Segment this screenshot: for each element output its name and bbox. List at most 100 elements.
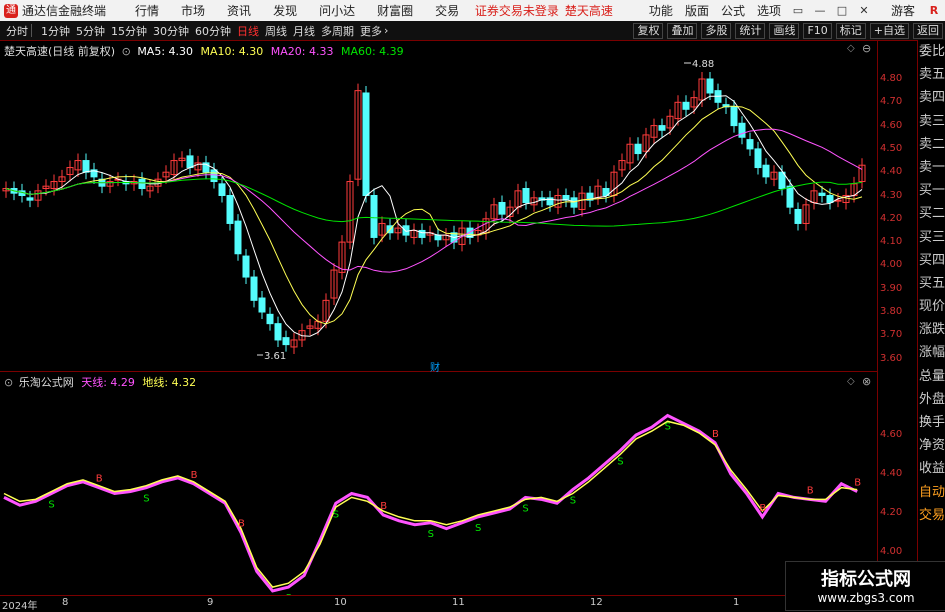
side-tab-13[interactable]: 涨幅 xyxy=(918,341,945,364)
candle-body xyxy=(634,143,642,155)
time-axis: 2024年 8 9 10 11 12 1 xyxy=(0,595,877,612)
candle-body xyxy=(186,155,194,169)
sub-tick-label: 4.00 xyxy=(880,546,903,557)
price-tick-label: 4.10 xyxy=(880,236,903,248)
sub-tick-label: 4.20 xyxy=(880,507,903,518)
r-icon[interactable]: R xyxy=(925,4,943,18)
side-tab-12[interactable]: 涨跌 xyxy=(918,318,945,341)
side-tab-19[interactable]: 自动 xyxy=(918,481,945,504)
buy-signal-marker: B xyxy=(96,474,103,485)
candle-body xyxy=(362,92,370,196)
side-tab-9[interactable]: 买四 xyxy=(918,249,945,272)
sell-signal-marker: S xyxy=(522,503,528,514)
tianxian-line xyxy=(3,413,858,593)
candle-body xyxy=(402,225,410,236)
time-label-dec: 12 xyxy=(590,597,603,608)
side-tab-4[interactable]: 卖二 xyxy=(918,133,945,156)
finance-marker[interactable]: 财 xyxy=(430,359,440,374)
candle-body xyxy=(826,195,834,203)
price-tick-label: 3.60 xyxy=(880,352,903,364)
quote-side-panel: 委比 卖五 卖四 卖三 卖二 卖一 买一 买二 买三 买四 买五 现价 涨跌 涨幅 总量 外盘 换手 净资 收益 自动… xyxy=(917,40,945,609)
sell-signal-marker: S xyxy=(143,494,149,505)
buy-signal-marker: B xyxy=(380,501,387,512)
side-tab-11[interactable]: 现价 xyxy=(918,295,945,318)
time-label-aug: 8 xyxy=(62,597,69,608)
candle-body xyxy=(746,139,754,150)
guest-user[interactable]: 游客 xyxy=(891,2,915,19)
side-tab-10[interactable]: 买五 xyxy=(918,272,945,295)
candle-body xyxy=(274,323,282,341)
candle-body xyxy=(226,195,234,224)
candle-body xyxy=(738,122,746,138)
side-tab-5[interactable]: 卖一 xyxy=(918,156,945,179)
price-tick-label: 4.50 xyxy=(880,142,903,154)
candle-body xyxy=(658,125,666,131)
price-tick-label: 3.90 xyxy=(880,282,903,294)
time-label-nov: 11 xyxy=(452,597,465,608)
price-tick-label: 4.00 xyxy=(880,259,903,271)
kline-chart[interactable]: SBSBBSSBSSSSSSBBBB xyxy=(0,0,877,595)
sell-signal-marker: S xyxy=(475,523,481,534)
ma10-line xyxy=(5,105,863,325)
side-tab-20[interactable]: 交易 xyxy=(918,504,945,527)
price-tick-label: 4.80 xyxy=(880,73,903,84)
candle-body xyxy=(250,276,258,301)
candle-body xyxy=(370,195,378,238)
candle-body xyxy=(418,229,426,238)
candle-body xyxy=(234,220,242,255)
site-watermark: 指标公式网 www.zbgs3.com xyxy=(785,561,945,611)
candle-body xyxy=(218,183,226,197)
candle-body xyxy=(138,178,146,190)
high-price-annotation: 4.88 xyxy=(692,59,715,70)
buy-signal-marker: B xyxy=(191,470,198,481)
side-tab-0[interactable]: 委比 xyxy=(918,40,945,63)
price-tick-label: 4.20 xyxy=(880,212,903,224)
side-tab-2[interactable]: 卖四 xyxy=(918,86,945,109)
sell-signal-marker: S xyxy=(48,500,54,511)
sell-signal-marker: S xyxy=(617,457,623,468)
candle-body xyxy=(498,201,506,215)
candle-body xyxy=(26,197,34,201)
buy-signal-marker: B xyxy=(238,519,245,530)
sell-signal-marker: S xyxy=(428,529,434,540)
candle-body xyxy=(210,169,218,183)
low-price-annotation: 3.61 xyxy=(264,351,287,362)
side-tab-8[interactable]: 买三 xyxy=(918,226,945,249)
price-tick-label: 4.30 xyxy=(880,189,903,201)
candle-body xyxy=(682,101,690,110)
buy-signal-marker: B xyxy=(712,429,719,440)
side-tab-17[interactable]: 净资 xyxy=(918,434,945,457)
watermark-title: 指标公式网 xyxy=(821,569,911,590)
side-tab-15[interactable]: 外盘 xyxy=(918,388,945,411)
candle-body xyxy=(754,148,762,169)
candle-body xyxy=(730,106,738,127)
side-tab-18[interactable]: 收益 xyxy=(918,457,945,480)
side-tab-1[interactable]: 卖五 xyxy=(918,63,945,86)
candle-body xyxy=(266,313,274,325)
price-tick-label: 4.40 xyxy=(880,166,903,178)
candle-body xyxy=(434,234,442,241)
candle-body xyxy=(258,297,266,313)
price-tick-label: 3.80 xyxy=(880,306,903,317)
side-tab-7[interactable]: 买二 xyxy=(918,202,945,225)
buy-signal-marker: B xyxy=(807,485,814,496)
dixian-line xyxy=(3,420,858,588)
watermark-url: www.zbgs3.com xyxy=(817,591,915,605)
sell-signal-marker: S xyxy=(665,422,671,433)
candle-body xyxy=(706,78,714,94)
back-button[interactable]: 返回 xyxy=(913,22,943,39)
side-tab-6[interactable]: 买一 xyxy=(918,179,945,202)
candle-body xyxy=(522,188,530,203)
side-tab-3[interactable]: 卖三 xyxy=(918,110,945,133)
time-label-oct: 10 xyxy=(334,597,347,608)
side-tab-16[interactable]: 换手 xyxy=(918,411,945,434)
price-tick-label: 4.70 xyxy=(880,96,903,108)
ma20-line xyxy=(5,128,863,273)
candle-body xyxy=(82,160,90,173)
side-tab-14[interactable]: 总量 xyxy=(918,365,945,388)
sub-tick-label: 4.60 xyxy=(880,429,903,440)
sub-tick-label: 4.40 xyxy=(880,468,903,479)
candle-body xyxy=(282,337,290,346)
buy-signal-marker: B xyxy=(854,478,861,489)
candle-body xyxy=(794,208,802,224)
